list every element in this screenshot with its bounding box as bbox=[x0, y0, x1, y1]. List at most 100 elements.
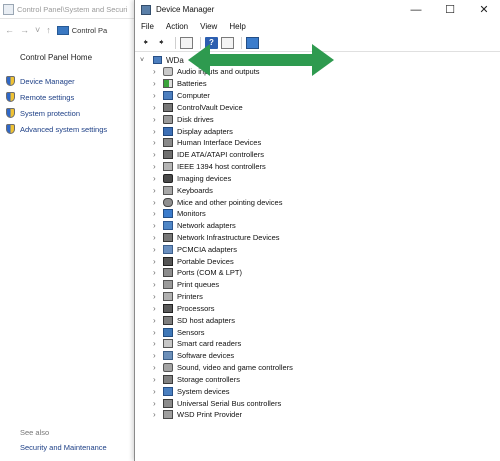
printer-icon bbox=[163, 292, 173, 302]
category-label: Mice and other pointing devices bbox=[177, 197, 283, 207]
expand-chevron-icon[interactable]: › bbox=[153, 399, 161, 408]
expand-chevron-icon[interactable]: › bbox=[153, 375, 161, 384]
tree-category-row[interactable]: › SD host adapters bbox=[135, 314, 500, 326]
tree-category-row[interactable]: › Network Infrastructure Devices bbox=[135, 232, 500, 244]
sensor-icon bbox=[163, 327, 173, 337]
device-manager-link[interactable]: Device Manager bbox=[6, 73, 107, 89]
expand-chevron-icon[interactable]: › bbox=[153, 339, 161, 348]
toolbar-separator bbox=[175, 36, 176, 49]
tree-category-row[interactable]: › Ports (COM & LPT) bbox=[135, 267, 500, 279]
tree-category-row[interactable]: › Processors bbox=[135, 303, 500, 315]
expand-chevron-icon[interactable]: › bbox=[153, 387, 161, 396]
expand-chevron-icon[interactable]: › bbox=[153, 328, 161, 337]
security-and-maintenance-link[interactable]: Security and Maintenance bbox=[20, 443, 107, 452]
expand-chevron-icon[interactable]: › bbox=[153, 174, 161, 183]
expand-chevron-icon[interactable]: › bbox=[153, 233, 161, 242]
tree-category-row[interactable]: › Display adapters bbox=[135, 125, 500, 137]
remote-settings-link[interactable]: Remote settings bbox=[6, 89, 107, 105]
expand-chevron-icon[interactable]: › bbox=[153, 91, 161, 100]
back-arrow-icon[interactable]: ← bbox=[5, 25, 14, 35]
expand-chevron-icon[interactable]: › bbox=[153, 292, 161, 301]
tree-category-row[interactable]: › System devices bbox=[135, 385, 500, 397]
tree-category-row[interactable]: › Portable Devices bbox=[135, 255, 500, 267]
tree-category-row[interactable]: › Print queues bbox=[135, 279, 500, 291]
expand-chevron-icon[interactable]: › bbox=[153, 103, 161, 112]
menu-view[interactable]: View bbox=[200, 22, 217, 31]
tree-category-row[interactable]: › Disk drives bbox=[135, 113, 500, 125]
expand-chevron-icon[interactable]: › bbox=[153, 186, 161, 195]
tree-category-row[interactable]: › WSD Print Provider bbox=[135, 409, 500, 421]
expand-chevron-icon[interactable]: › bbox=[153, 115, 161, 124]
minimize-button[interactable]: — bbox=[399, 0, 433, 19]
collapse-chevron-icon[interactable]: ˅ bbox=[140, 57, 148, 64]
back-arrow-icon[interactable]: 🠸 bbox=[139, 37, 152, 49]
expand-chevron-icon[interactable]: › bbox=[153, 67, 161, 76]
tree-category-row[interactable]: › Imaging devices bbox=[135, 172, 500, 184]
control-panel-navbar: ← → ˅ ↑ Control Pa bbox=[0, 19, 136, 41]
up-arrow-icon[interactable]: ↑ bbox=[46, 25, 51, 35]
expand-chevron-icon[interactable]: › bbox=[153, 162, 161, 171]
expand-chevron-icon[interactable]: › bbox=[153, 268, 161, 277]
camera-icon bbox=[163, 173, 173, 183]
menu-help[interactable]: Help bbox=[229, 22, 245, 31]
control-panel-titlebar: Control Panel\System and Securi bbox=[0, 0, 136, 19]
tree-category-row[interactable]: › Smart card readers bbox=[135, 338, 500, 350]
tree-category-row[interactable]: › Keyboards bbox=[135, 184, 500, 196]
expand-chevron-icon[interactable]: › bbox=[153, 221, 161, 230]
tree-category-row[interactable]: › Universal Serial Bus controllers bbox=[135, 397, 500, 409]
forward-arrow-icon[interactable]: → bbox=[20, 25, 29, 35]
expand-chevron-icon[interactable]: › bbox=[153, 245, 161, 254]
expand-chevron-icon[interactable]: › bbox=[153, 363, 161, 372]
advanced-system-settings-link[interactable]: Advanced system settings bbox=[6, 121, 107, 137]
forward-arrow-icon[interactable]: 🠺 bbox=[155, 37, 168, 49]
tree-category-row[interactable]: › IDE ATA/ATAPI controllers bbox=[135, 149, 500, 161]
category-label: Printers bbox=[177, 292, 203, 302]
category-label: Ports (COM & LPT) bbox=[177, 268, 243, 278]
expand-chevron-icon[interactable]: › bbox=[153, 410, 161, 419]
category-label: Print queues bbox=[177, 280, 220, 290]
category-label: SD host adapters bbox=[177, 315, 235, 325]
expand-chevron-icon[interactable]: › bbox=[153, 138, 161, 147]
usb-icon bbox=[163, 398, 173, 408]
tree-category-row[interactable]: › ControlVault Device bbox=[135, 101, 500, 113]
port-icon bbox=[163, 268, 173, 278]
close-button[interactable]: ✕ bbox=[467, 0, 500, 19]
menu-action[interactable]: Action bbox=[166, 22, 188, 31]
category-label: PCMCIA adapters bbox=[177, 244, 238, 254]
expand-chevron-icon[interactable]: › bbox=[153, 280, 161, 289]
tree-category-row[interactable]: › Human Interface Devices bbox=[135, 137, 500, 149]
tree-category-row[interactable]: › Mice and other pointing devices bbox=[135, 196, 500, 208]
tree-category-row[interactable]: › Network adapters bbox=[135, 220, 500, 232]
control-panel-task-links: Device Manager Remote settings System pr… bbox=[6, 73, 107, 137]
menu-file[interactable]: File bbox=[141, 22, 154, 31]
maximize-button[interactable]: ☐ bbox=[433, 0, 467, 19]
tree-category-row[interactable]: › Storage controllers bbox=[135, 374, 500, 386]
window-title: Device Manager bbox=[156, 5, 215, 14]
address-bar[interactable]: Control Pa bbox=[56, 25, 113, 35]
tree-category-row[interactable]: › IEEE 1394 host controllers bbox=[135, 161, 500, 173]
control-panel-home-link[interactable]: Control Panel Home bbox=[20, 53, 92, 62]
display-adapter-icon bbox=[163, 126, 173, 136]
tree-category-row[interactable]: › Sensors bbox=[135, 326, 500, 338]
category-label: Sound, video and game controllers bbox=[177, 363, 293, 373]
expand-chevron-icon[interactable]: › bbox=[153, 198, 161, 207]
tree-category-row[interactable]: › Monitors bbox=[135, 208, 500, 220]
system-protection-link[interactable]: System protection bbox=[6, 105, 107, 121]
expand-chevron-icon[interactable]: › bbox=[153, 257, 161, 266]
expand-chevron-icon[interactable]: › bbox=[153, 351, 161, 360]
expand-chevron-icon[interactable]: › bbox=[153, 304, 161, 313]
recent-dropdown-icon[interactable]: ˅ bbox=[35, 25, 40, 35]
tree-category-row[interactable]: › Software devices bbox=[135, 350, 500, 362]
expand-chevron-icon[interactable]: › bbox=[153, 209, 161, 218]
expand-chevron-icon[interactable]: › bbox=[153, 150, 161, 159]
category-label: Network adapters bbox=[177, 221, 236, 231]
tree-category-row[interactable]: › Printers bbox=[135, 291, 500, 303]
expand-chevron-icon[interactable]: › bbox=[153, 316, 161, 325]
tree-category-row[interactable]: › Sound, video and game controllers bbox=[135, 362, 500, 374]
tree-category-row[interactable]: › PCMCIA adapters bbox=[135, 243, 500, 255]
expand-chevron-icon[interactable]: › bbox=[153, 127, 161, 136]
tree-category-row[interactable]: › Computer bbox=[135, 90, 500, 102]
tree-category-row[interactable]: › Batteries bbox=[135, 78, 500, 90]
computer-icon bbox=[153, 56, 162, 64]
expand-chevron-icon[interactable]: › bbox=[153, 79, 161, 88]
